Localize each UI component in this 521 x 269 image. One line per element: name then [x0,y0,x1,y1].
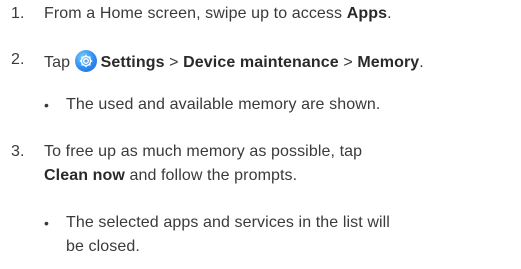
clean-now-keyword: Clean now [44,167,125,184]
memory-keyword: Memory [357,54,420,71]
bullet-text: The used and available memory are shown. [66,96,381,113]
step-text: From a Home screen, swipe up to access A… [44,5,392,22]
step-number: 1. [11,5,25,22]
step-text-line-2: Clean now and follow the prompts. [44,167,298,184]
settings-gear-icon [74,50,97,72]
step-number: 3. [11,143,25,160]
instruction-list: 1. From a Home screen, swipe up to acces… [0,0,521,269]
apps-keyword: Apps [346,5,388,22]
step-number: 2. [11,51,25,68]
step-text-line-1: To free up as much memory as possible, t… [44,143,363,160]
step-text: Tap Settings > Device maintenance > Memo… [44,50,424,73]
device-maintenance-keyword: Device maintenance [183,54,339,71]
bullet-text-line-2: be closed. [66,238,140,255]
bullet-marker: • [44,215,50,231]
settings-keyword: Settings [100,54,165,71]
bullet-text-line-1: The selected apps and services in the li… [66,214,390,231]
bullet-marker: • [44,97,50,113]
